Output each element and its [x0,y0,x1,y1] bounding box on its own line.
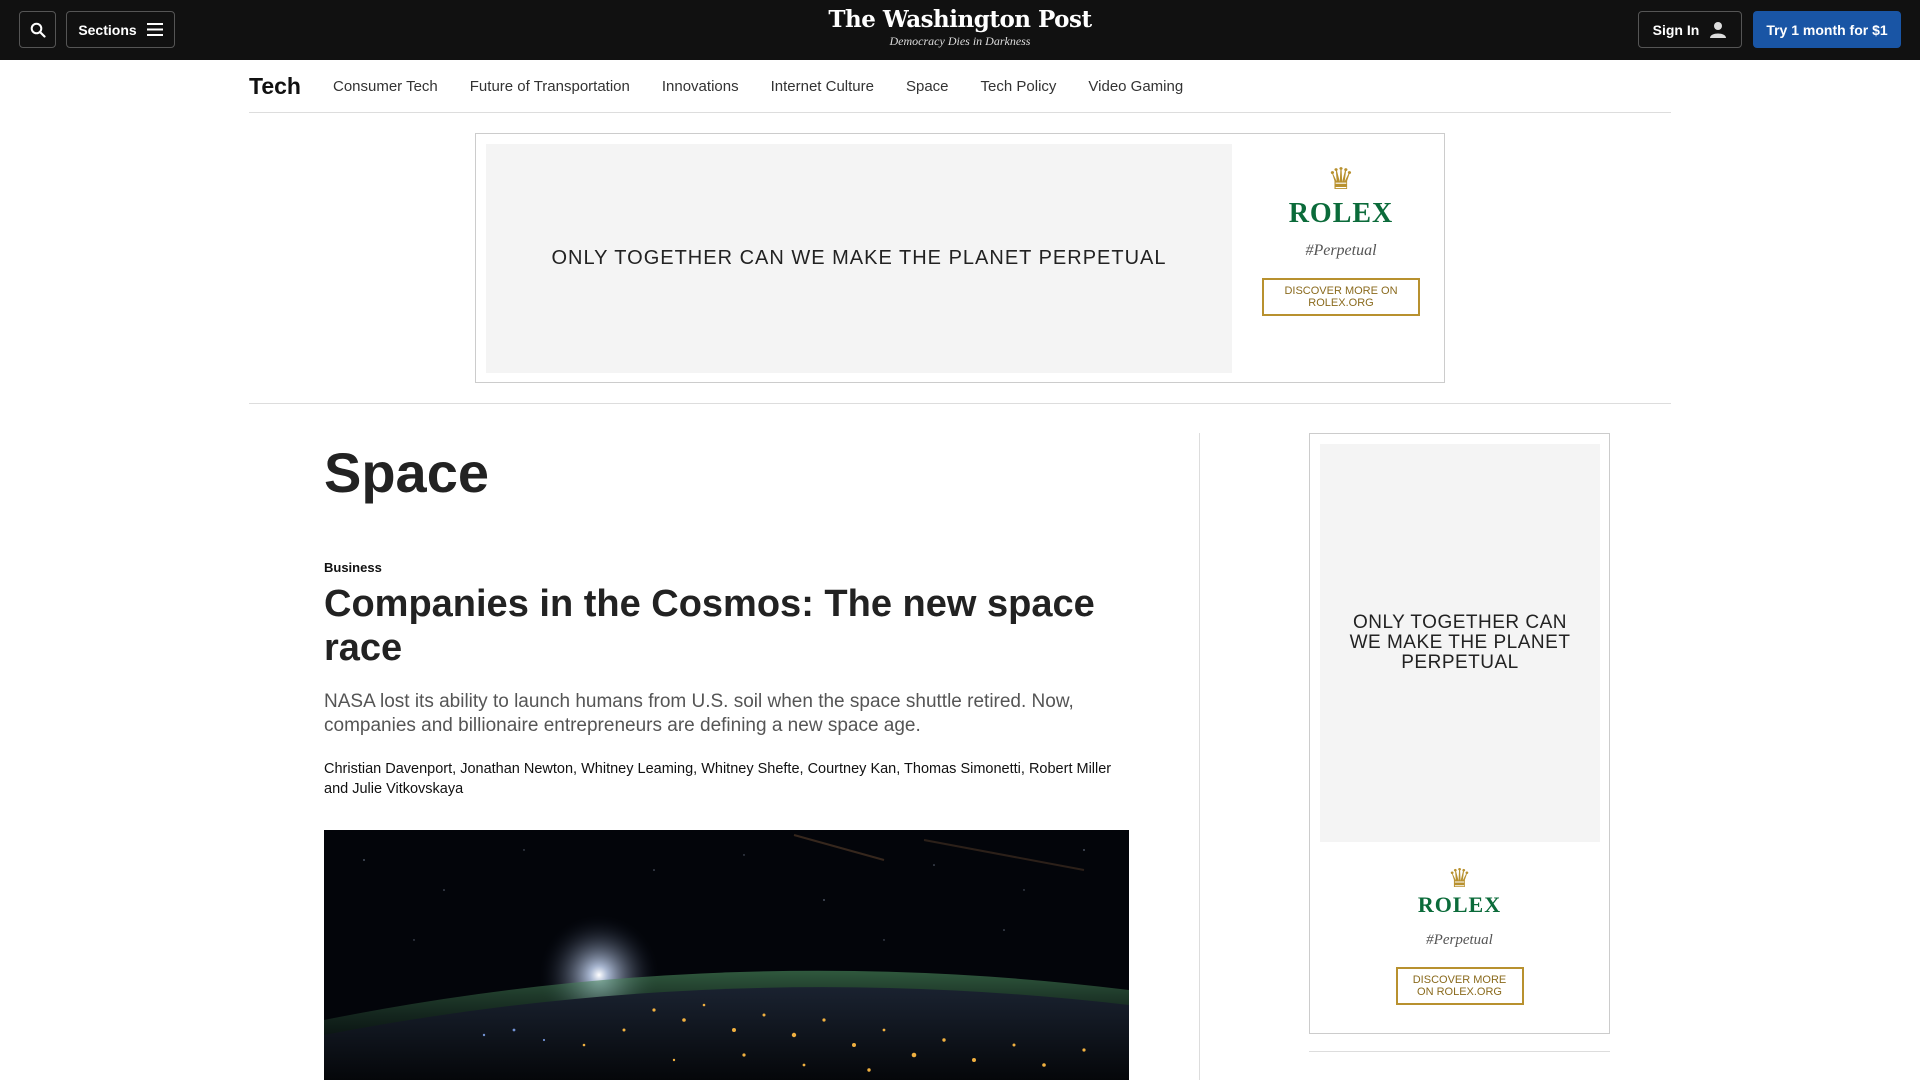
sign-in-label: Sign In [1652,21,1700,38]
sidebar-ad[interactable]: ONLY TOGETHER CAN WE MAKE THE PLANET PER… [1309,433,1610,1034]
story-byline[interactable]: Christian Davenport, Jonathan Newton, Wh… [324,759,1134,799]
nav-item-video-gaming[interactable]: Video Gaming [1088,78,1183,95]
nav-item-innovations[interactable]: Innovations [662,78,739,95]
nav-item-consumer-tech[interactable]: Consumer Tech [333,78,438,95]
sidebar-ad-hashtag: #Perpetual [1426,932,1493,948]
search-icon [30,22,46,38]
sidebar-ad-cta-button[interactable]: DISCOVER MORE ON ROLEX.ORG [1395,967,1524,1005]
story-headline[interactable]: Companies in the Cosmos: The new space r… [324,582,1124,670]
crown-icon: ♛ [1447,863,1472,893]
crown-icon: ♛ [1327,163,1355,196]
nav-item-future-of-transportation[interactable]: Future of Transportation [470,78,630,95]
logo[interactable]: The Washington Post [810,6,1110,34]
nav-item-tech-policy[interactable]: Tech Policy [981,78,1057,95]
page-title: Space [324,441,489,504]
sidebar-rolex-logo-block: ♛ ROLEX #Perpetual DISCOVER MORE ON ROLE… [1310,864,1609,1005]
ad-cta-button[interactable]: DISCOVER MORE ON ROLEX.ORG [1262,278,1420,316]
divider [249,403,1671,404]
masthead[interactable]: The Washington Post Democracy Dies in Da… [810,6,1110,48]
nav-item-space[interactable]: Space [906,78,949,95]
divider [1309,1051,1610,1052]
banner-ad[interactable]: ONLY TOGETHER CAN WE MAKE THE PLANET PER… [475,133,1445,383]
ad-headline: ONLY TOGETHER CAN WE MAKE THE PLANET PER… [486,144,1232,373]
tagline: Democracy Dies in Darkness [889,34,1031,48]
user-icon [1710,21,1727,38]
sign-in-button[interactable]: Sign In [1638,11,1742,48]
subscribe-button[interactable]: Try 1 month for $1 [1753,11,1901,48]
section-title[interactable]: Tech [249,73,301,100]
sections-label: Sections [78,21,137,38]
story-image[interactable] [324,830,1129,1080]
sections-button[interactable]: Sections [66,11,175,48]
search-button[interactable] [19,11,56,48]
rolex-logo-block: ♛ ROLEX #Perpetual DISCOVER MORE ON ROLE… [1256,164,1426,316]
top-bar: Sections The Washington Post Democracy D… [0,0,1920,60]
story-dek: NASA lost its ability to launch humans f… [324,691,1074,736]
section-nav: Tech Consumer Tech Future of Transportat… [249,60,1671,113]
ad-hashtag: #Perpetual [1305,242,1377,259]
ad-brand: ROLEX [1288,198,1394,229]
story-kicker[interactable]: Business [324,560,382,575]
sidebar-ad-brand: ROLEX [1417,892,1502,917]
earth-at-night-image [324,830,1129,1080]
column-divider [1199,433,1200,1080]
menu-icon [146,23,163,36]
nav-item-internet-culture[interactable]: Internet Culture [771,78,874,95]
sidebar-ad-headline: ONLY TOGETHER CAN WE MAKE THE PLANET PER… [1320,444,1600,842]
